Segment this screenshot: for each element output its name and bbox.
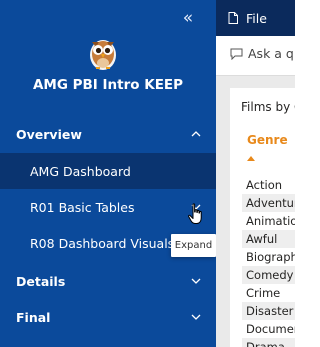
nav-page-label: R08 Dashboard Visuals	[30, 235, 175, 251]
nav-page-r01-basic-tables[interactable]: R01 Basic Tables	[0, 189, 216, 225]
table-row[interactable]: Documentary	[242, 320, 295, 338]
report-title: AMG PBI Intro KEEP	[32, 77, 184, 93]
chevron-down-icon[interactable]	[188, 263, 204, 299]
sort-ascending-icon	[247, 156, 255, 161]
collapse-nav-button[interactable]: «	[178, 6, 198, 30]
table-row[interactable]: Crime	[242, 284, 295, 302]
double-chevron-left-icon: «	[182, 8, 194, 28]
chevron-down-icon[interactable]	[188, 299, 204, 335]
report-canvas: Ask a q Films by G Genre ActionAdventure…	[216, 36, 295, 347]
table-row[interactable]: Biography	[242, 248, 295, 266]
qna-placeholder: Ask a q	[248, 46, 294, 61]
nav-section-label: Overview	[16, 126, 82, 142]
file-menu-button[interactable]: File	[228, 0, 267, 36]
table-row[interactable]: Animation	[242, 212, 295, 230]
nav-section-overview[interactable]: Overview	[0, 116, 216, 152]
file-menu-label: File	[246, 10, 267, 26]
nav-section-details[interactable]: Details	[0, 263, 216, 299]
top-toolbar: File	[216, 0, 295, 36]
films-by-genre-table[interactable]: Films by G Genre ActionAdventureAnimatio…	[230, 88, 295, 347]
qna-bar[interactable]: Ask a q	[216, 36, 295, 76]
table-row[interactable]: Awful	[242, 230, 295, 248]
nav-section-label: Details	[16, 273, 66, 289]
chevron-up-icon[interactable]	[188, 116, 204, 152]
navigation-pane: « AMG PBI Intro KEEP Overview AMG Dashbo…	[0, 0, 216, 347]
table-row[interactable]: Comedy	[242, 266, 295, 284]
nav-section-final[interactable]: Final	[0, 299, 216, 335]
visual-title: Films by G	[241, 100, 295, 114]
nav-page-label: R01 Basic Tables	[30, 199, 135, 215]
nav-page-amg-dashboard[interactable]: AMG Dashboard	[0, 153, 216, 189]
table-row[interactable]: Action	[242, 176, 295, 194]
table-row[interactable]: Adventure	[242, 194, 295, 212]
nav-page-label: AMG Dashboard	[30, 163, 131, 179]
expand-tooltip: Expand	[171, 234, 216, 257]
table-row[interactable]: Drama	[242, 338, 295, 347]
table-row[interactable]: Disaster	[242, 302, 295, 320]
nav-section-label: Final	[16, 309, 51, 325]
genre-column-header[interactable]: Genre	[247, 133, 288, 147]
hand-cursor-icon	[188, 203, 202, 224]
chat-bubble-icon	[230, 48, 243, 60]
owl-logo	[90, 40, 116, 70]
genre-list: ActionAdventureAnimationAwfulBiographyCo…	[242, 176, 295, 347]
file-icon	[228, 12, 238, 24]
